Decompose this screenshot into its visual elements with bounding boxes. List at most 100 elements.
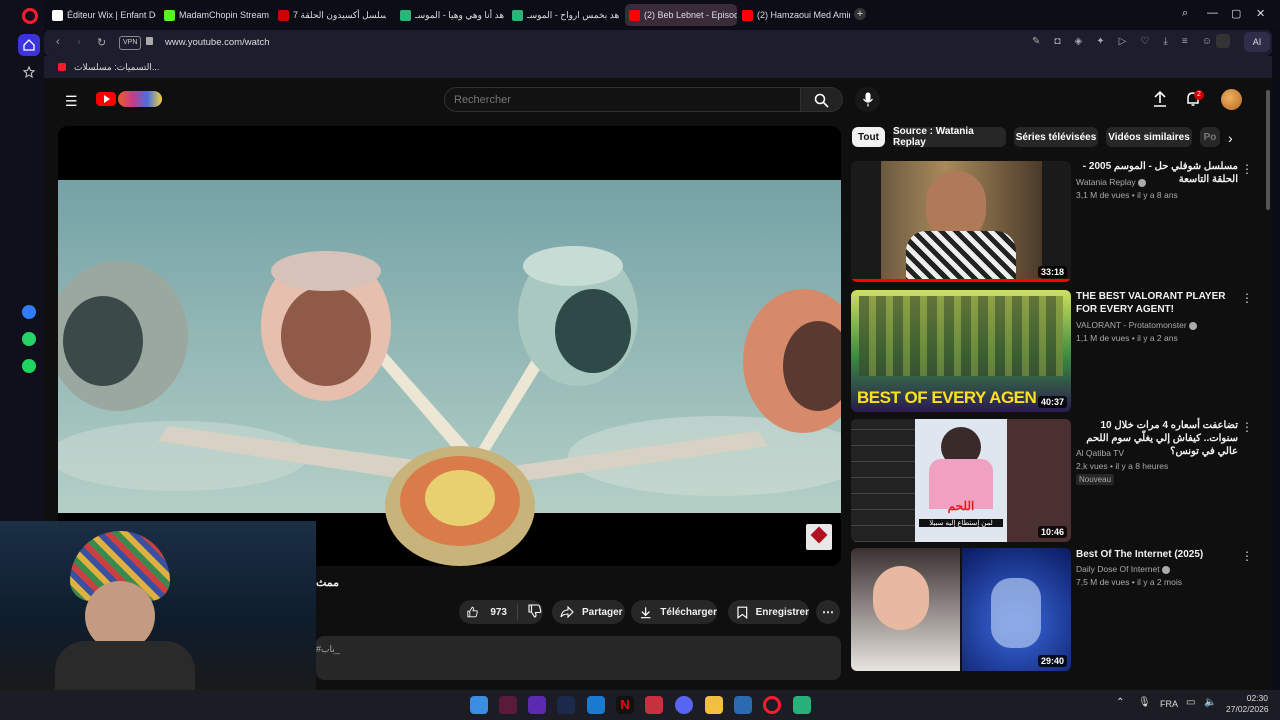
shield-icon[interactable]: ◈ (1075, 36, 1083, 47)
search-icon (814, 93, 829, 108)
recommendation-channel[interactable]: Al Qatiba TV (1076, 448, 1124, 458)
voice-search-button[interactable] (855, 87, 880, 112)
edit-icon[interactable]: ✎ (1032, 36, 1040, 47)
vpn-badge[interactable]: VPN (119, 36, 142, 50)
youtube-logo-icon[interactable] (96, 92, 116, 106)
list-icon[interactable]: ≡ (1182, 36, 1188, 47)
duration-badge: 40:37 (1037, 396, 1067, 408)
forward-icon[interactable]: › (77, 36, 81, 48)
back-icon[interactable]: ‹ (56, 36, 60, 48)
download-icon[interactable]: ⤓ (1163, 36, 1167, 47)
maximize-button[interactable]: ▢ (1231, 7, 1241, 20)
recommendation-thumbnail[interactable]: 33:18 (851, 161, 1071, 282)
chip-series[interactable]: Séries télévisées (1014, 127, 1098, 147)
steam-icon[interactable] (557, 696, 575, 714)
app-icon[interactable] (793, 696, 811, 714)
chevron-up-icon[interactable]: ⌃ (1116, 697, 1124, 708)
tab-hamzaoui[interactable]: (2) Hamzaoui Med Amine (738, 4, 850, 26)
volume-icon[interactable]: 🔈 (1204, 697, 1216, 708)
dislike-button[interactable] (528, 603, 542, 621)
url-field[interactable]: www.youtube.com/watch (165, 37, 270, 48)
upload-icon[interactable] (1153, 90, 1167, 112)
windows-start-icon[interactable] (470, 696, 488, 714)
more-options-icon[interactable]: ⋮ (1241, 420, 1253, 434)
app-icon[interactable] (528, 696, 546, 714)
tab-accidon[interactable]: مسلسل أكسيدون الحلقة 7N (274, 4, 386, 26)
save-button[interactable]: Enregistrer (728, 600, 809, 624)
video-title: ممث (316, 577, 340, 589)
video-player[interactable] (58, 126, 841, 566)
thumbs-up-icon (467, 606, 478, 618)
recommendation-channel[interactable]: Watania Replay (1076, 177, 1147, 187)
recommendation-meta: 1,1 M de vues • il y a 2 ans (1076, 333, 1178, 343)
search-input[interactable] (454, 90, 784, 109)
search-button[interactable] (801, 87, 843, 112)
chevron-right-icon[interactable]: › (1228, 130, 1233, 146)
person-icon[interactable]: ☺ (1202, 36, 1212, 47)
star-icon[interactable] (18, 61, 40, 83)
whatsapp-icon[interactable] (18, 328, 40, 350)
recommendation-thumbnail[interactable]: BEST OF EVERY AGEN 40:37 (851, 290, 1071, 412)
play-icon[interactable]: ▷ (1119, 36, 1127, 47)
more-options-icon[interactable]: ⋮ (1241, 549, 1253, 563)
new-tab-button[interactable]: + (854, 8, 866, 20)
tab-khamsa-arwah[interactable]: شاهد بخمس ارواح - الموسـ (508, 4, 620, 26)
extension-icon[interactable]: ✦ (1096, 36, 1104, 47)
clock[interactable]: 02:30 27/02/2026 (1226, 693, 1269, 715)
netflix-icon[interactable]: N (616, 696, 634, 714)
app-icon[interactable] (645, 696, 663, 714)
more-actions-button[interactable]: ⋯ (816, 600, 840, 624)
camera-icon[interactable]: ◘ (1054, 36, 1060, 47)
opera-taskbar-icon[interactable] (763, 696, 781, 714)
share-button[interactable]: Partager (552, 600, 625, 624)
chip-all[interactable]: Tout (852, 127, 885, 147)
file-explorer-icon[interactable] (705, 696, 723, 714)
bookmark-icon (737, 606, 748, 619)
tab-wix[interactable]: Éditeur Wix | Enfant Dou 1 (48, 4, 156, 26)
avatar[interactable] (1221, 89, 1242, 110)
discord-icon[interactable] (675, 696, 693, 714)
aria-ai-button[interactable]: AI (1244, 32, 1270, 52)
minimize-button[interactable]: — (1207, 7, 1218, 19)
like-button[interactable]: 973 (467, 605, 507, 619)
recommendation-channel[interactable]: VALORANT - Protatomonster (1076, 320, 1198, 330)
reload-icon[interactable]: ↻ (97, 36, 106, 49)
recommendation-thumbnail[interactable]: 29:40 (851, 548, 1071, 671)
messenger-icon[interactable] (18, 301, 40, 323)
recommendation-thumbnail[interactable]: اللحم لمن إستطاع إليه سبيلا 10:46 (851, 419, 1071, 542)
recommendation-meta: 2,k vues • il y a 8 heures (1076, 461, 1169, 471)
download-button[interactable]: Télécharger (631, 600, 717, 624)
home-icon[interactable] (18, 34, 40, 56)
menu-icon[interactable]: ☰ (65, 93, 78, 110)
spotify-icon[interactable] (18, 355, 40, 377)
recommendation-title[interactable]: THE BEST VALORANT PLAYER FOR EVERY AGENT… (1076, 290, 1238, 316)
chip-similar[interactable]: Vidéos similaires (1106, 127, 1192, 147)
recommendation-title[interactable]: Best Of The Internet (2025) (1076, 548, 1238, 561)
recommendation-channel[interactable]: Daily Dose Of Internet (1076, 564, 1170, 574)
tab-beb-lebnet[interactable]: (2) Beb Lebnet - Episode (625, 4, 737, 26)
close-icon[interactable]: ✕ (1256, 7, 1265, 20)
tab-madamchopin[interactable]: MadamChopin Stream - W (160, 4, 270, 26)
language-indicator[interactable]: FRA (1160, 699, 1178, 709)
description-box[interactable]: #باب_ (316, 636, 841, 680)
bookmark-item[interactable]: التسميات: مسلسلات... (74, 62, 159, 73)
scrollbar-thumb[interactable] (1266, 90, 1270, 210)
microphone-icon[interactable]: 🎙 (1138, 697, 1151, 708)
recommendation-meta: 3,1 M de vues • il y a 8 ans (1076, 190, 1178, 200)
app-icon[interactable] (587, 696, 605, 714)
share-icon (560, 606, 574, 618)
youtube-favicon-icon (629, 9, 640, 21)
chip-source[interactable]: Source : Watania Replay (893, 126, 1006, 148)
opera-logo-icon[interactable] (22, 8, 38, 24)
more-options-icon[interactable]: ⋮ (1241, 162, 1253, 176)
network-icon[interactable]: ▭ (1186, 697, 1195, 708)
heart-icon[interactable]: ♡ (1140, 36, 1149, 47)
doodle-logo-icon[interactable] (118, 91, 162, 107)
app-icon[interactable] (499, 696, 517, 714)
search-tabs-icon[interactable]: ⌕ (1182, 7, 1188, 20)
cube-icon[interactable] (1216, 34, 1230, 48)
more-options-icon[interactable]: ⋮ (1241, 291, 1253, 305)
tab-ana-w-hiya[interactable]: شاهد أنا وهي وهيا - الموسـ (396, 4, 504, 26)
app-icon[interactable] (734, 696, 752, 714)
chip-more[interactable]: Po (1200, 127, 1220, 147)
